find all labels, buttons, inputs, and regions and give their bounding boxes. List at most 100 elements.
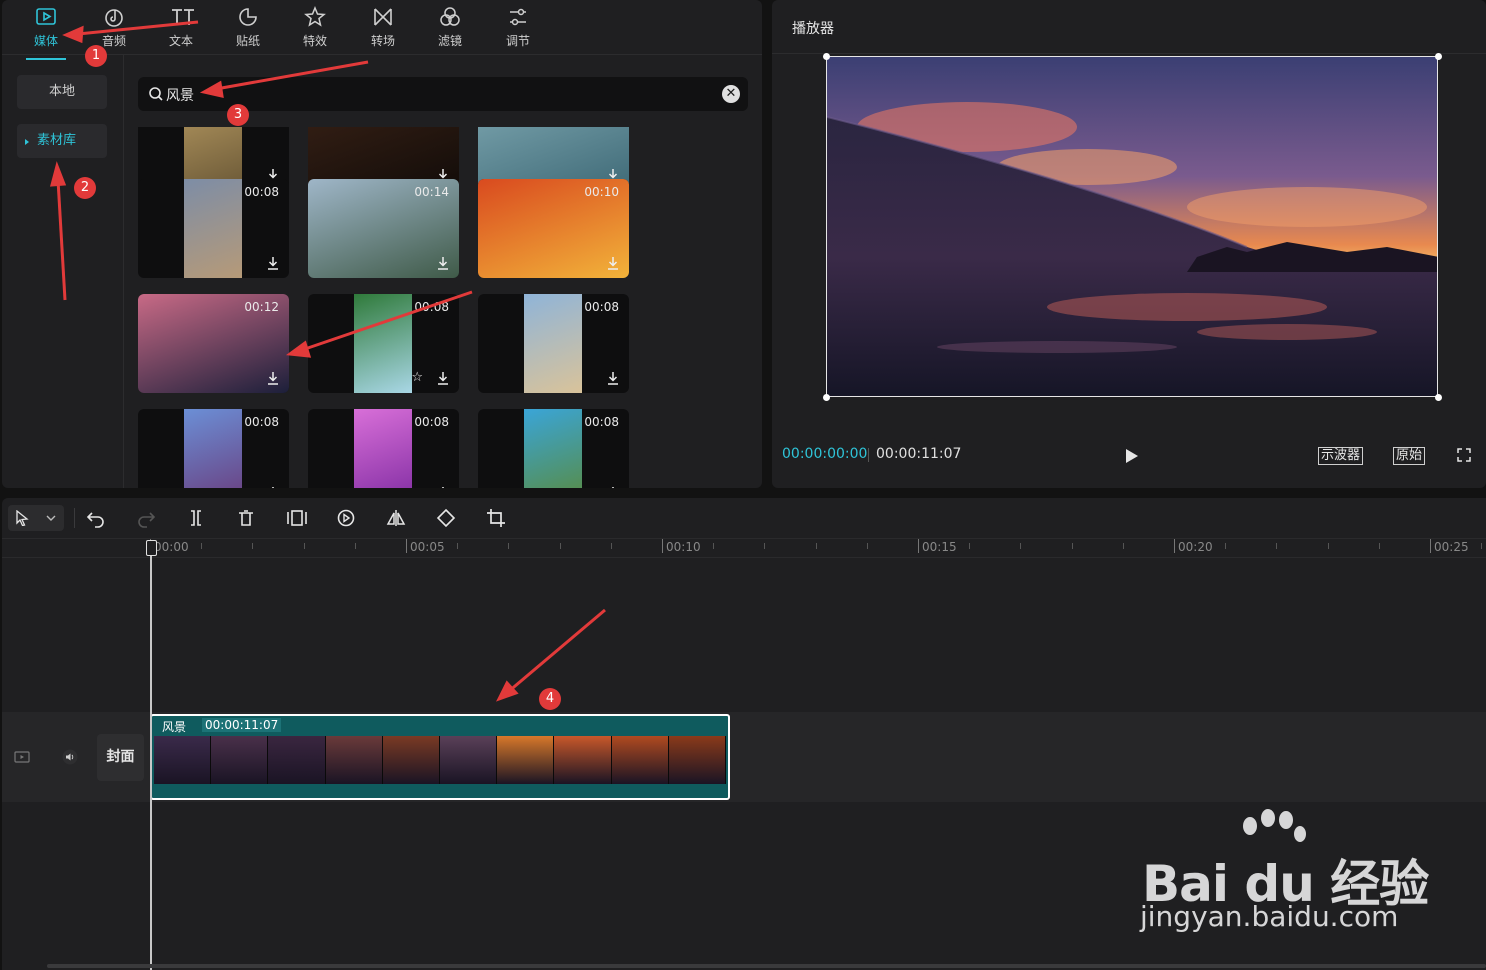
ruler-tick [1122,543,1124,549]
sidebar-item-library[interactable]: 素材库 [17,124,107,158]
annotation-marker: 1 [85,45,107,67]
effects-icon [304,6,326,28]
split-icon[interactable] [186,508,206,528]
media-card[interactable]: 00:08 [308,409,459,488]
ruler-tick [354,543,356,549]
clip-filmstrip [154,736,727,784]
ruler-tick [457,543,459,549]
tab-filter[interactable]: 滤镜 [420,6,480,52]
ruler-tick [559,543,561,549]
download-icon[interactable] [267,371,279,385]
undo-icon[interactable] [86,508,106,528]
timeline-toolbar [2,498,1486,538]
tab-adjust[interactable]: 调节 [488,6,548,52]
playhead-handle[interactable] [146,540,157,556]
clip-frame [497,736,555,784]
reverse-icon[interactable] [336,508,356,528]
original-ratio-button[interactable]: 原始 [1393,447,1426,465]
audio-icon [103,6,125,28]
ruler-tick [1174,539,1175,553]
sidebar-item-local[interactable]: 本地 [17,75,107,109]
playhead[interactable] [150,540,152,970]
total-timecode: 00:00:11:07 [876,446,962,462]
media-card[interactable]: 00:10 [478,179,629,278]
media-duration: 00:10 [584,185,619,199]
download-icon[interactable] [607,256,619,270]
download-icon[interactable] [437,256,449,270]
video-preview[interactable] [826,56,1438,397]
media-card[interactable]: 00:08 ☆ [308,294,459,393]
video-clip[interactable]: 风景 00:00:11:07 [150,714,730,800]
clip-frame [440,736,498,784]
speaker-icon[interactable] [62,749,78,765]
ruler-tick [406,539,407,553]
media-duration: 00:08 [414,300,449,314]
media-icon [35,6,57,28]
crop-icon[interactable] [486,508,506,528]
media-duration: 00:08 [584,415,619,429]
media-card[interactable]: 00:08 [138,409,289,488]
favorite-icon[interactable]: ☆ [411,371,423,385]
download-icon[interactable] [437,371,449,385]
delete-icon[interactable] [236,508,256,528]
watermark-url: jingyan.baidu.com [1140,900,1399,933]
oscilloscope-button[interactable]: 示波器 [1318,447,1364,465]
download-icon[interactable] [267,486,279,488]
ruler-label: 00:00 [154,540,189,554]
tab-media[interactable]: 媒体 [16,6,76,60]
cover-button[interactable]: 封面 [97,734,144,781]
play-icon[interactable] [1126,449,1138,463]
clip-frame [211,736,269,784]
media-card[interactable]: 00:08 [138,179,289,278]
mirror-icon[interactable] [386,508,406,528]
download-icon[interactable] [607,486,619,488]
media-card[interactable]: 00:14 [308,179,459,278]
ruler-tick [969,543,971,549]
download-icon[interactable] [267,256,279,270]
horizontal-scrollbar[interactable] [47,964,1486,968]
text-icon [170,6,194,28]
ruler-tick [303,543,305,549]
annotation-marker: 3 [227,104,249,126]
search-input[interactable]: 风景 [166,85,194,105]
tab-transition[interactable]: 转场 [353,6,413,52]
ruler-label: 00:10 [666,540,701,554]
tab-label: 文本 [168,34,193,48]
tab-sticker[interactable]: 贴纸 [218,6,278,52]
ruler-tick [1225,543,1227,549]
freeze-frame-icon[interactable] [286,508,307,528]
resize-handle[interactable] [1435,394,1442,401]
download-icon[interactable] [607,371,619,385]
transition-icon [372,6,394,28]
download-icon[interactable] [437,486,449,488]
redo-icon[interactable] [136,508,156,528]
clear-search-icon[interactable]: ✕ [722,85,740,103]
tab-text[interactable]: 文本 [151,6,211,52]
ruler-tick [662,539,663,553]
clip-frame [382,736,441,784]
search-bar[interactable]: 风景 ✕ [138,77,748,111]
resize-handle[interactable] [1435,53,1442,60]
media-card[interactable]: 00:08 [478,409,629,488]
player-panel: 播放器 00:00:00:00 00:00:11:07 示波器 原始 [772,0,1486,488]
timeline-ruler[interactable]: 00:00 00:05 00:10 00:15 00:20 00:25 [2,538,1486,558]
adjust-icon [507,6,529,28]
media-thumbnail [354,294,412,393]
fullscreen-icon[interactable] [1457,448,1471,462]
ruler-tick [713,543,715,549]
ruler-tick [610,543,612,549]
media-card[interactable]: 00:08 [478,294,629,393]
media-duration: 00:08 [244,185,279,199]
select-tool[interactable] [8,505,64,531]
media-card[interactable]: 00:12 [138,294,289,393]
player-title: 播放器 [792,21,834,37]
track-visibility-icon[interactable] [14,749,30,765]
tab-label: 调节 [505,34,530,48]
clip-frame [611,736,669,784]
resize-handle[interactable] [823,394,830,401]
tab-label: 媒体 [33,34,58,48]
resize-handle[interactable] [823,53,830,60]
rotate-icon[interactable] [436,508,456,528]
media-sidebar: 本地 素材库 [2,55,124,488]
tab-effects[interactable]: 特效 [285,6,345,52]
